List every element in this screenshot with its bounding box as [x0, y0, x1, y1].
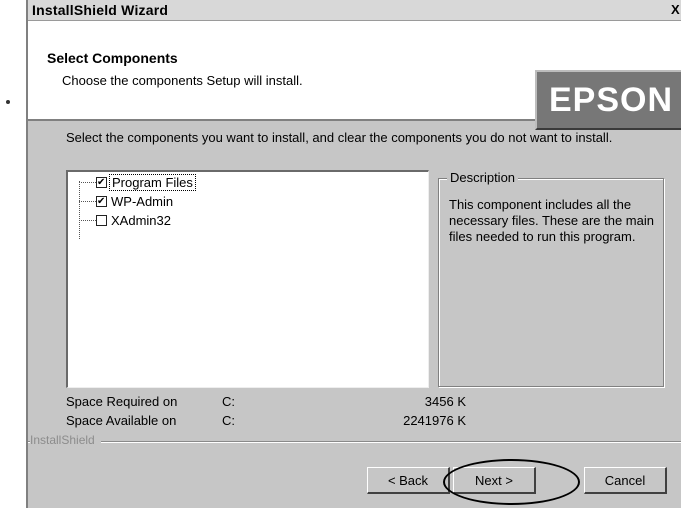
component-item-wp-admin[interactable]: WP-Admin [79, 193, 175, 209]
component-label: WP-Admin [111, 193, 174, 209]
component-item-xadmin32[interactable]: XAdmin32 [79, 212, 173, 228]
wp-admin-checkbox[interactable] [96, 195, 107, 207]
close-button[interactable]: X [671, 2, 681, 17]
components-tree[interactable]: Program Files WP-Admin XAdmin32 [66, 170, 429, 388]
back-button[interactable]: < Back [367, 467, 450, 494]
title-bar[interactable]: InstallShield Wizard X [28, 0, 681, 21]
brand-divider [28, 441, 681, 443]
space-required-value: 3456 K [424, 394, 466, 409]
page-subtitle: Choose the components Setup will install… [62, 73, 303, 88]
tree-branch-line [79, 181, 96, 183]
program-files-checkbox[interactable] [96, 176, 107, 188]
cancel-button[interactable]: Cancel [584, 467, 667, 494]
next-button[interactable]: Next > [453, 467, 536, 494]
description-legend: Description [447, 170, 519, 185]
instruction-text: Select the components you want to instal… [66, 130, 613, 145]
wizard-header: Select Components Choose the components … [28, 21, 681, 130]
space-available-label: Space Available on [66, 413, 177, 428]
margin-dot [6, 100, 10, 104]
component-label: XAdmin32 [111, 212, 171, 228]
space-required-drive: C: [222, 394, 235, 409]
tree-branch-line [79, 219, 96, 221]
component-item-program-files[interactable]: Program Files [79, 173, 196, 191]
description-group: Description This component includes all … [438, 170, 664, 387]
space-available-value: 2241976 K [403, 413, 466, 428]
page-title: Select Components [47, 50, 178, 66]
tree-branch-line [79, 200, 96, 202]
installshield-brand: InstallShield [30, 433, 101, 447]
description-text: This component includes all the necessar… [449, 197, 654, 244]
installshield-wizard-window: InstallShield Wizard X Select Components… [26, 0, 681, 508]
epson-logo: EPSON [535, 70, 681, 130]
component-label: Program Files [109, 173, 196, 191]
space-available-drive: C: [222, 413, 235, 428]
window-title: InstallShield Wizard [32, 2, 169, 18]
space-required-label: Space Required on [66, 394, 178, 409]
xadmin32-checkbox[interactable] [96, 214, 107, 226]
